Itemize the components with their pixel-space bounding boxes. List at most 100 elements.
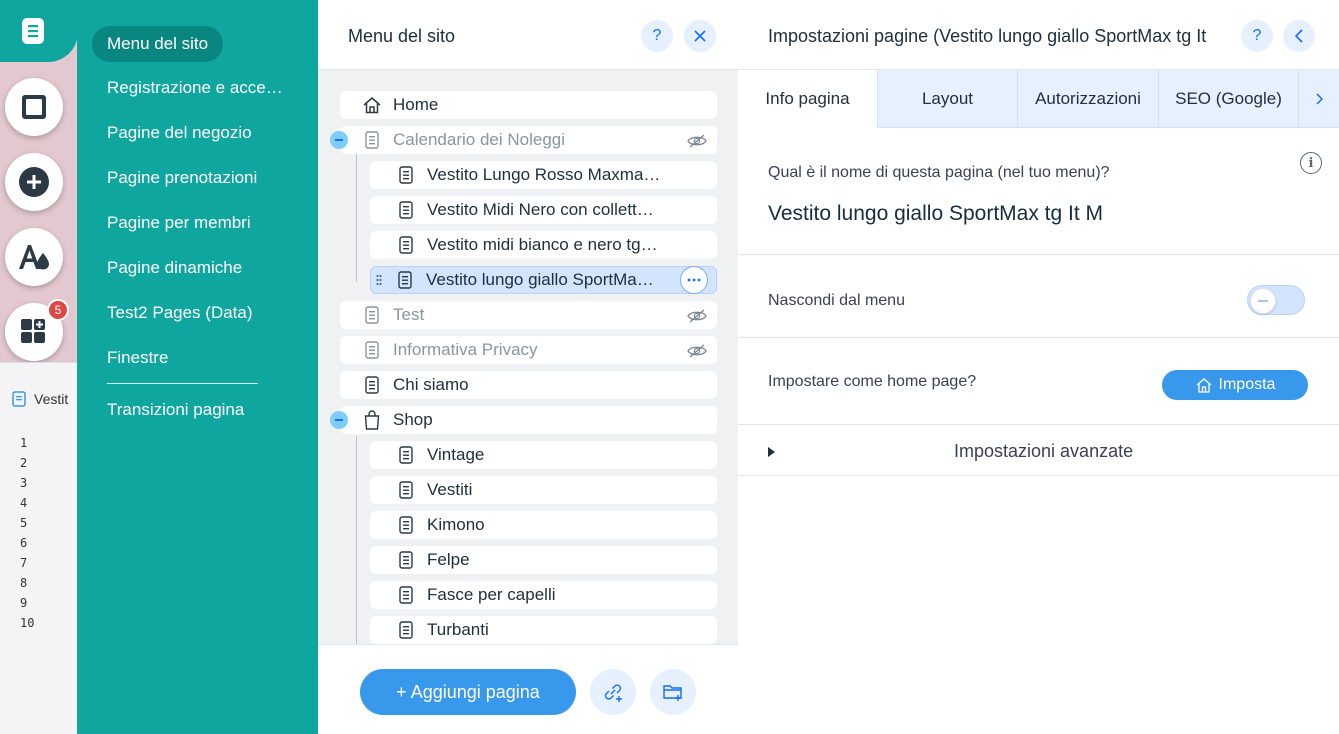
page-row[interactable]: Shop <box>340 406 717 434</box>
page-icon <box>396 550 416 570</box>
site-menu-header: Menu del sito ? <box>318 0 738 70</box>
page-icon <box>22 18 44 44</box>
info-icon[interactable]: i <box>1300 152 1322 174</box>
drag-handle-icon[interactable] <box>373 274 385 286</box>
nav-item-member-pages[interactable]: Pagine per membri <box>107 213 297 233</box>
help-icon: ? <box>652 27 662 44</box>
advanced-settings-section[interactable]: Impostazioni avanzate <box>738 425 1339 476</box>
nav-item-site-menu[interactable]: Menu del sito <box>92 26 224 62</box>
hidden-eye-icon <box>687 133 707 148</box>
page-icon <box>362 375 382 395</box>
tabs-scroll-right[interactable] <box>1299 70 1339 128</box>
home-icon <box>362 95 382 115</box>
page-row-label: Home <box>393 95 439 114</box>
nav-item-test2-pages[interactable]: Test2 Pages (Data) <box>107 303 297 323</box>
nav-item-dynamic-pages[interactable]: Pagine dinamiche <box>107 258 297 278</box>
page-icon <box>396 235 416 255</box>
nav-item-lightboxes[interactable]: Finestre <box>107 348 297 368</box>
page-row[interactable]: Fasce per capelli <box>370 581 717 609</box>
page-icon <box>362 305 382 325</box>
more-actions-button[interactable] <box>680 266 708 294</box>
page-row-label: Vestito midi bianco e nero tg… <box>427 235 658 254</box>
add-elements-button[interactable] <box>5 153 63 211</box>
back-button[interactable] <box>1283 20 1315 52</box>
expand-arrow-icon <box>768 447 775 457</box>
page-row-label: Informativa Privacy <box>393 340 538 359</box>
font-color-icon <box>19 245 49 270</box>
page-row-label: Calendario dei Noleggi <box>393 130 566 149</box>
tab-layout[interactable]: Layout <box>878 70 1018 128</box>
nav-item-store-pages[interactable]: Pagine del negozio <box>107 123 297 143</box>
settings-tabs: Info pagina Layout Autorizzazioni SEO (G… <box>738 70 1339 128</box>
page-name-section: Qual è il nome di questa pagina (nel tuo… <box>738 128 1339 255</box>
hide-from-menu-toggle[interactable] <box>1247 285 1305 315</box>
code-panel: Vestit 1 2 3 4 5 6 7 8 9 10 <box>0 362 78 734</box>
page-row[interactable]: Calendario dei Noleggi <box>340 126 717 154</box>
page-row[interactable]: Vestito Lungo Rosso Maxma… <box>370 161 717 189</box>
page-name-field[interactable]: Vestito lungo giallo SportMax tg It M <box>768 202 1103 226</box>
settings-help-button[interactable]: ? <box>1241 20 1273 52</box>
page-row[interactable]: Felpe <box>370 546 717 574</box>
line-number: 1 <box>20 436 28 450</box>
page-row-label: Vestito Midi Nero con collett… <box>427 200 654 219</box>
line-number: 6 <box>20 536 28 550</box>
collapse-toggle-icon[interactable] <box>330 131 348 149</box>
page-name-question: Qual è il nome di questa pagina (nel tuo… <box>768 164 1110 181</box>
page-row-label: Shop <box>393 410 433 429</box>
page-row-selected[interactable]: Vestito lungo giallo SportMa… <box>370 266 717 294</box>
page-icon <box>395 270 415 290</box>
page-row[interactable]: Test <box>340 301 717 329</box>
home-icon <box>1196 378 1211 393</box>
theme-button[interactable] <box>5 228 63 286</box>
apps-button[interactable]: 5 <box>5 299 69 361</box>
page-icon <box>396 480 416 500</box>
tab-permissions[interactable]: Autorizzazioni <box>1018 70 1159 128</box>
page-row-label: Vintage <box>427 445 485 464</box>
apps-badge: 5 <box>47 299 69 321</box>
hidden-eye-icon <box>687 343 707 358</box>
set-homepage-label: Imposta <box>1218 376 1276 393</box>
pages-menu-button[interactable] <box>0 0 78 62</box>
code-tab[interactable]: Vestit <box>12 391 68 407</box>
tab-seo[interactable]: SEO (Google) <box>1159 70 1299 128</box>
page-row-label: Vestito Lungo Rosso Maxma… <box>427 165 661 184</box>
add-folder-button[interactable] <box>650 669 696 715</box>
add-page-button[interactable]: + Aggiungi pagina <box>360 669 576 715</box>
add-link-button[interactable] <box>590 669 636 715</box>
page-icon <box>396 445 416 465</box>
hidden-eye-icon <box>687 308 707 323</box>
nav-divider <box>107 383 258 384</box>
nav-item-registration[interactable]: Registrazione e acce… <box>107 78 297 98</box>
set-homepage-button[interactable]: Imposta <box>1162 370 1308 400</box>
line-number: 5 <box>20 516 28 530</box>
chevron-right-icon <box>1316 92 1323 105</box>
design-button[interactable] <box>5 78 63 136</box>
page-row[interactable]: Vintage <box>370 441 717 469</box>
tree-connector <box>356 141 357 282</box>
tab-page-info[interactable]: Info pagina <box>738 70 878 128</box>
page-row[interactable]: Informativa Privacy <box>340 336 717 364</box>
close-button[interactable] <box>684 20 716 52</box>
page-row[interactable]: Vestito Midi Nero con collett… <box>370 196 717 224</box>
page-row[interactable]: Vestiti <box>370 476 717 504</box>
page-icon <box>362 130 382 150</box>
help-button[interactable]: ? <box>641 20 673 52</box>
nav-item-booking-pages[interactable]: Pagine prenotazioni <box>107 168 297 188</box>
apps-icon <box>21 319 45 343</box>
code-tab-label: Vestit <box>34 391 69 407</box>
page-icon <box>396 515 416 535</box>
page-row-label: Chi siamo <box>393 375 469 394</box>
page-settings-header: Impostazioni pagine (Vestito lungo giall… <box>738 0 1339 70</box>
page-list: Home Calendario dei Noleggi Vestito Lungo … <box>318 70 738 644</box>
page-row[interactable]: Turbanti <box>370 616 717 644</box>
site-menu-navigation: Menu del sito Registrazione e acce… Pagi… <box>77 0 318 734</box>
line-number: 7 <box>20 556 28 570</box>
page-row[interactable]: Chi siamo <box>340 371 717 399</box>
page-row[interactable]: Vestito midi bianco e nero tg… <box>370 231 717 259</box>
chevron-left-icon <box>1294 29 1303 43</box>
collapse-toggle-icon[interactable] <box>330 411 348 429</box>
nav-item-page-transitions[interactable]: Transizioni pagina <box>107 400 297 420</box>
page-settings-title: Impostazioni pagine (Vestito lungo giall… <box>768 26 1207 46</box>
page-row[interactable]: Kimono <box>370 511 717 539</box>
page-row[interactable]: Home <box>340 91 717 119</box>
